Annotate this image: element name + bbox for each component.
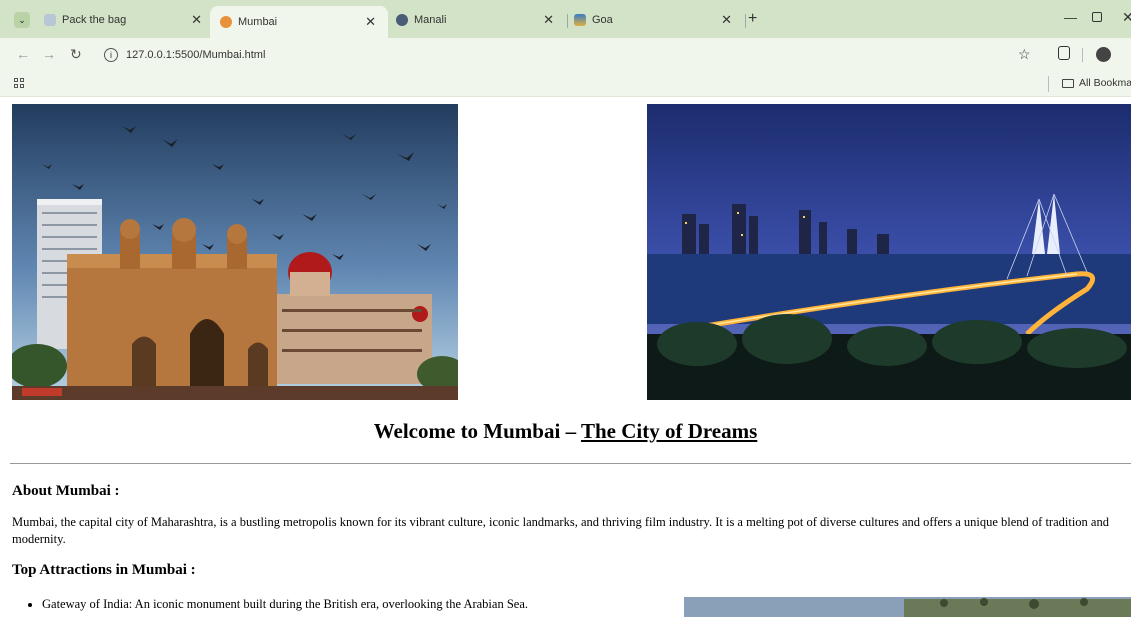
close-icon[interactable]: ✕ bbox=[721, 12, 732, 28]
title-link[interactable]: The City of Dreams bbox=[581, 419, 757, 443]
close-icon[interactable]: ✕ bbox=[543, 12, 554, 28]
attractions-heading: Top Attractions in Mumbai : bbox=[12, 562, 196, 578]
site-info-icon[interactable]: i bbox=[104, 48, 118, 62]
bandra-worli-sea-link-image bbox=[647, 104, 1131, 400]
page-icon bbox=[220, 16, 232, 28]
close-icon[interactable]: ✕ bbox=[365, 14, 376, 30]
folder-icon bbox=[1062, 79, 1074, 88]
tab-label: Pack the bag bbox=[62, 14, 127, 26]
close-window-button[interactable]: ✕ bbox=[1122, 9, 1131, 26]
profile-avatar[interactable] bbox=[1096, 47, 1111, 62]
tab-label: Mumbai bbox=[238, 16, 278, 28]
extensions-icon[interactable] bbox=[1058, 46, 1070, 60]
page-title: Welcome to Mumbai – The City of Dreams bbox=[0, 419, 1131, 444]
reload-icon[interactable]: ↻ bbox=[70, 46, 82, 63]
forward-icon[interactable]: → bbox=[42, 46, 56, 62]
all-bookmarks-button[interactable]: All Bookmarks bbox=[1079, 77, 1131, 89]
about-text: Mumbai, the capital city of Maharashtra,… bbox=[12, 515, 1109, 546]
tab-pack-the-bag[interactable]: Pack the bag ✕ bbox=[34, 6, 214, 34]
divider bbox=[1082, 48, 1083, 62]
divider bbox=[10, 463, 1131, 464]
toolbar: ← → ↻ i 127.0.0.1:5500/Mumbai.html ☆ ⋮ bbox=[0, 38, 1131, 72]
menu-icon[interactable]: ⋮ bbox=[1125, 45, 1131, 62]
tab-strip: ⌄ Pack the bag ✕ Mumbai ✕ Manali ✕ Goa ✕… bbox=[0, 0, 1131, 38]
tab-label: Goa bbox=[592, 14, 613, 26]
back-icon[interactable]: ← bbox=[16, 46, 30, 62]
new-tab-button[interactable]: + bbox=[748, 10, 757, 28]
divider bbox=[1048, 76, 1049, 92]
url-text: 127.0.0.1:5500/Mumbai.html bbox=[126, 49, 266, 61]
close-icon[interactable]: ✕ bbox=[191, 12, 202, 28]
tab-manali[interactable]: Manali ✕ bbox=[386, 6, 568, 34]
tab-label: Manali bbox=[414, 14, 447, 26]
bookmark-star-icon[interactable]: ☆ bbox=[1018, 46, 1031, 63]
tab-search-button[interactable]: ⌄ bbox=[14, 12, 30, 28]
bookmarks-bar: All Bookmarks bbox=[0, 72, 1131, 97]
page-icon bbox=[44, 14, 56, 26]
attraction-image bbox=[684, 597, 1131, 617]
title-text: Welcome to Mumbai – bbox=[373, 419, 581, 443]
minimize-button[interactable]: — bbox=[1064, 10, 1077, 25]
tab-goa[interactable]: Goa ✕ bbox=[564, 6, 746, 34]
page-icon bbox=[574, 14, 586, 26]
list-item: Gateway of India: An iconic monument bui… bbox=[42, 597, 528, 612]
tab-mumbai[interactable]: Mumbai ✕ bbox=[210, 6, 388, 38]
gateway-of-india-image bbox=[12, 104, 458, 400]
apps-icon[interactable] bbox=[14, 78, 24, 88]
address-bar[interactable]: i 127.0.0.1:5500/Mumbai.html bbox=[96, 42, 1016, 68]
restore-button[interactable] bbox=[1092, 12, 1102, 22]
page-content: Welcome to Mumbai – The City of Dreams A… bbox=[0, 97, 1131, 617]
page-icon bbox=[396, 14, 408, 26]
attractions-list: Gateway of India: An iconic monument bui… bbox=[0, 597, 528, 612]
about-heading: About Mumbai : bbox=[12, 483, 120, 499]
